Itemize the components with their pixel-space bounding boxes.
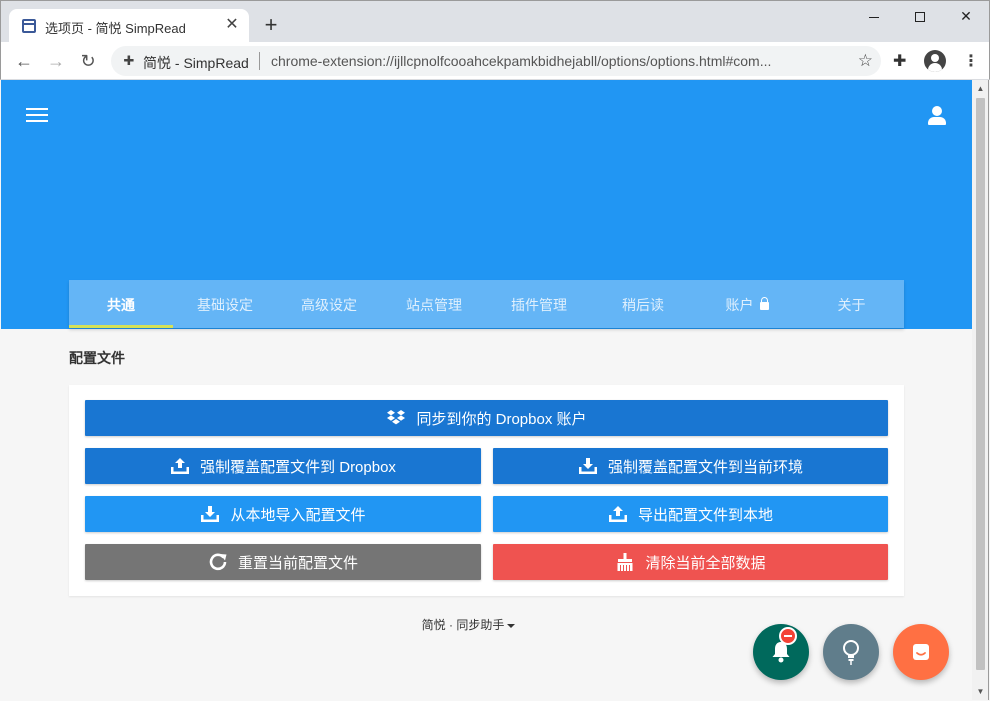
clear-data-button[interactable]: 清除当前全部数据 — [493, 544, 888, 580]
address-separator — [259, 52, 260, 70]
window-close-button[interactable]: ✕ — [943, 1, 989, 31]
user-account-icon[interactable] — [927, 106, 947, 126]
upload-icon — [608, 505, 628, 523]
broom-icon — [615, 553, 635, 571]
tab-title: 选项页 - 简悦 SimpRead — [45, 21, 186, 36]
new-tab-button[interactable]: + — [259, 13, 283, 37]
extension-puzzle-icon: ✚ — [123, 53, 135, 68]
active-tab-indicator — [69, 325, 173, 328]
minimize-button[interactable] — [851, 1, 897, 31]
reload-button[interactable]: ↻ — [77, 50, 99, 72]
back-button[interactable]: ← — [13, 50, 35, 72]
refresh-icon — [208, 553, 228, 571]
force-upload-button[interactable]: 强制覆盖配置文件到 Dropbox — [85, 448, 481, 484]
button-label: 强制覆盖配置文件到 Dropbox — [200, 458, 396, 476]
import-local-button[interactable]: 从本地导入配置文件 — [85, 496, 481, 532]
maximize-icon — [915, 12, 925, 23]
tab-about[interactable]: 关于 — [799, 280, 904, 328]
download-icon — [200, 505, 220, 523]
page-scrollbar[interactable]: ▲ ▼ — [972, 80, 989, 700]
force-download-button[interactable]: 强制覆盖配置文件到当前环境 — [493, 448, 888, 484]
button-label: 从本地导入配置文件 — [230, 506, 366, 524]
address-bar[interactable]: ✚ 简悦 - SimpRead chrome-extension://ijllc… — [111, 46, 881, 76]
chat-icon — [913, 644, 929, 660]
feedback-fab[interactable] — [893, 624, 949, 680]
url-text[interactable]: chrome-extension://ijllcpnolfcooahcekpam… — [271, 53, 841, 69]
settings-tabs: 共通 基础设定 高级设定 站点管理 插件管理 稍后读 账户 关于 — [69, 280, 904, 328]
scroll-down-arrow-icon[interactable]: ▼ — [972, 683, 989, 700]
export-local-button[interactable]: 导出配置文件到本地 — [493, 496, 888, 532]
tab-basic-settings[interactable]: 基础设定 — [173, 280, 277, 328]
tab-advanced-settings[interactable]: 高级设定 — [277, 280, 381, 328]
hamburger-menu-icon[interactable] — [26, 108, 48, 124]
browser-titlebar: 选项页 - 简悦 SimpRead ✕ + ✕ — [0, 0, 990, 43]
profile-avatar-icon[interactable] — [924, 50, 946, 72]
scrollbar-thumb[interactable] — [976, 98, 985, 670]
page-favicon-icon — [22, 19, 36, 33]
download-icon — [578, 457, 598, 475]
tab-label: 插件管理 — [511, 297, 567, 313]
tips-fab[interactable] — [823, 624, 879, 680]
dropbox-icon — [386, 409, 406, 427]
browser-menu-icon[interactable]: ⋮ — [963, 51, 979, 71]
button-label: 重置当前配置文件 — [237, 554, 358, 572]
section-title: 配置文件 — [69, 350, 125, 366]
button-label: 同步到你的 Dropbox 账户 — [416, 410, 587, 428]
sync-assistant-label: 简悦 · 同步助手 — [421, 618, 505, 632]
minimize-icon — [869, 16, 879, 18]
forward-button[interactable]: → — [45, 50, 67, 72]
tab-label: 共通 — [107, 297, 135, 313]
close-tab-icon[interactable]: ✕ — [223, 16, 241, 34]
tab-site-management[interactable]: 站点管理 — [381, 280, 487, 328]
bookmark-star-icon[interactable]: ☆ — [858, 51, 873, 71]
reset-config-button[interactable]: 重置当前配置文件 — [85, 544, 481, 580]
tab-label: 账户 — [725, 297, 754, 313]
tab-label: 关于 — [837, 297, 866, 313]
button-label: 强制覆盖配置文件到当前环境 — [607, 458, 803, 476]
tab-common[interactable]: 共通 — [69, 280, 173, 328]
tab-plugin-management[interactable]: 插件管理 — [487, 280, 591, 328]
site-name: 简悦 - SimpRead — [143, 55, 249, 71]
tab-label: 基础设定 — [197, 297, 253, 313]
browser-tab[interactable]: 选项页 - 简悦 SimpRead ✕ — [9, 9, 249, 43]
browser-toolbar: ← → ↻ ✚ 简悦 - SimpRead chrome-extension:/… — [0, 42, 990, 80]
lightbulb-icon — [843, 640, 859, 665]
sync-dropbox-button[interactable]: 同步到你的 Dropbox 账户 — [85, 400, 888, 436]
notification-badge — [779, 627, 797, 645]
tab-label: 高级设定 — [301, 297, 357, 313]
scroll-up-arrow-icon[interactable]: ▲ — [972, 80, 989, 97]
upload-icon — [170, 457, 190, 475]
extensions-puzzle-icon[interactable]: ✚ — [893, 51, 906, 71]
maximize-button[interactable] — [897, 1, 943, 31]
tab-read-later[interactable]: 稍后读 — [591, 280, 695, 328]
notification-fab[interactable] — [753, 624, 809, 680]
tab-label: 站点管理 — [406, 297, 462, 313]
caret-down-icon — [507, 623, 516, 628]
lock-icon — [759, 297, 769, 310]
config-card: 同步到你的 Dropbox 账户 强制覆盖配置文件到 Dropbox 强制覆盖配… — [69, 385, 904, 596]
tab-label: 稍后读 — [622, 297, 664, 313]
page-viewport: 共通 基础设定 高级设定 站点管理 插件管理 稍后读 账户 关于 配置文件 同步… — [1, 80, 972, 700]
button-label: 导出配置文件到本地 — [637, 506, 773, 524]
tab-account[interactable]: 账户 — [695, 280, 799, 328]
button-label: 清除当前全部数据 — [645, 554, 766, 572]
